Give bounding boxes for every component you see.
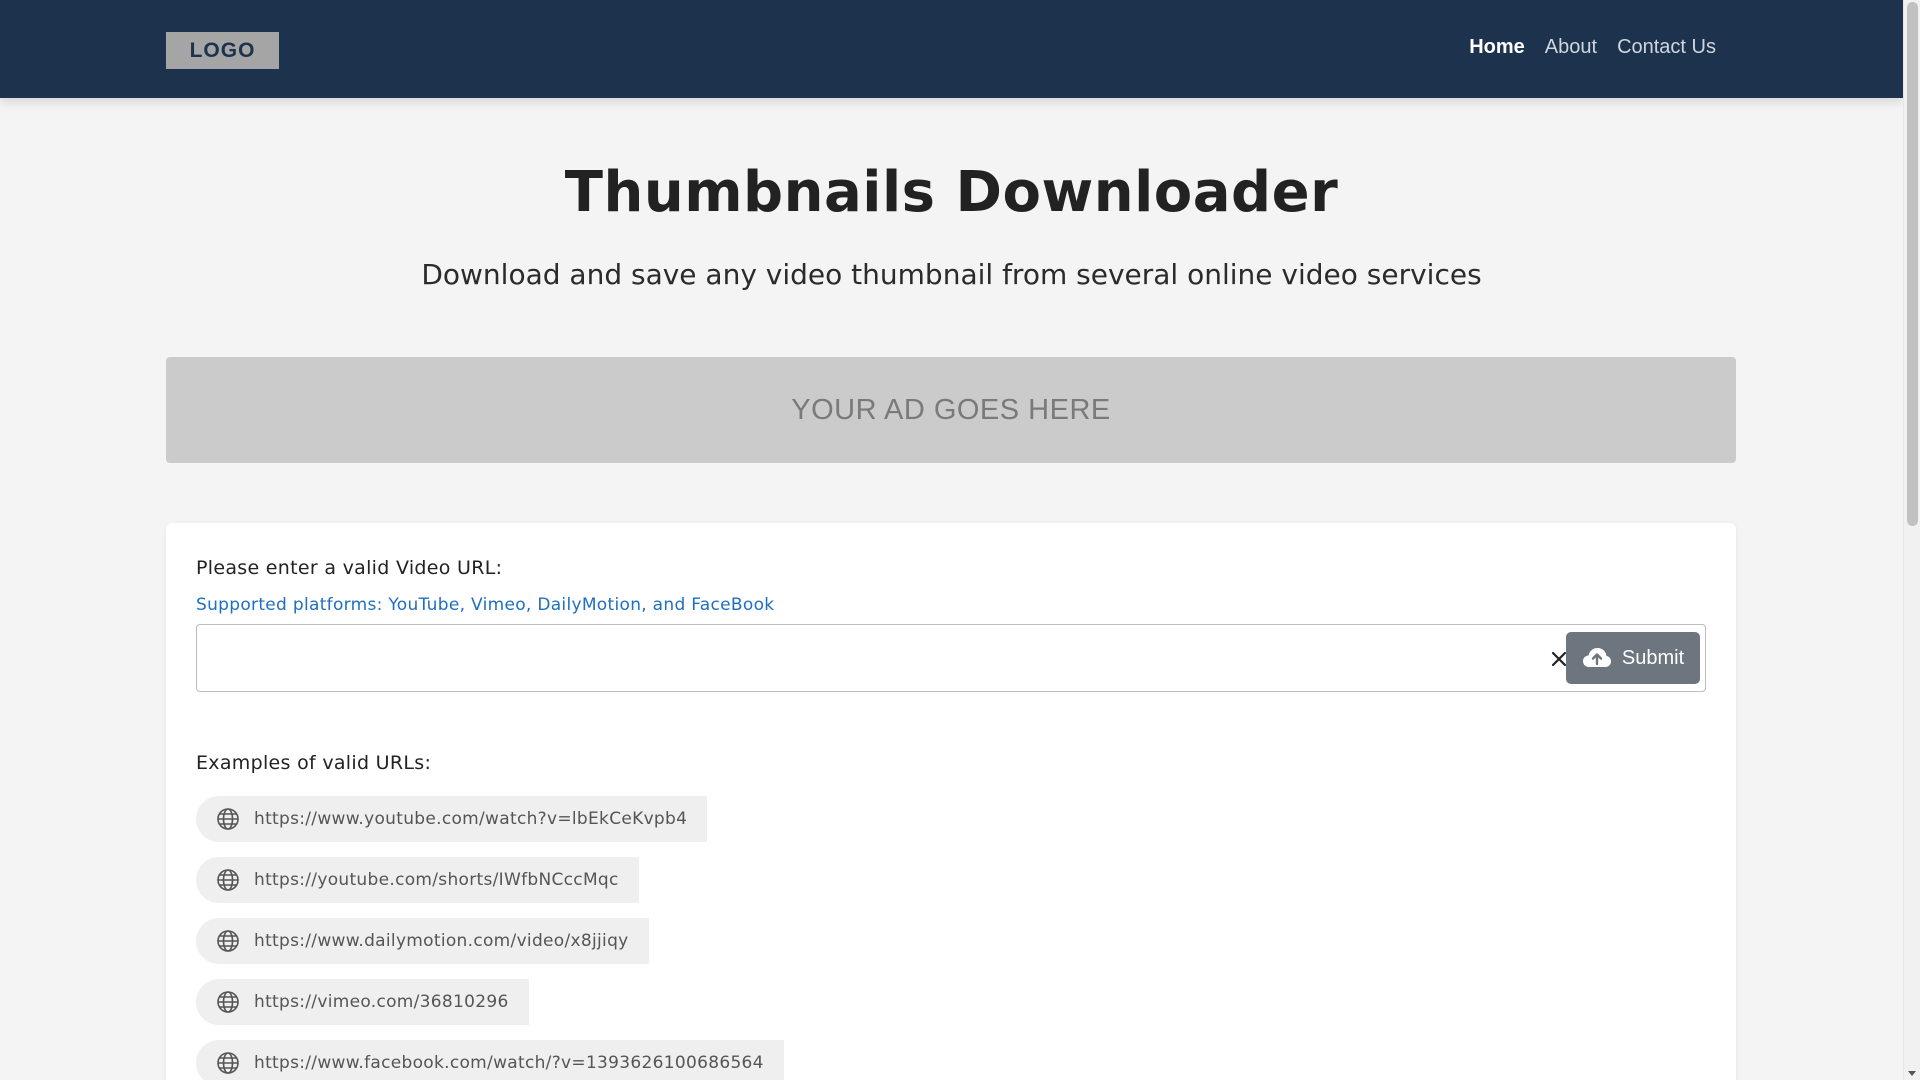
example-url-item[interactable]: https://www.facebook.com/watch/?v=139362… bbox=[196, 1040, 784, 1080]
scroll-down-arrow[interactable] bbox=[1908, 1071, 1916, 1076]
example-url-text: https://vimeo.com/36810296 bbox=[254, 992, 509, 1012]
page-scrollbar[interactable] bbox=[1903, 0, 1920, 1080]
nav-link-home[interactable]: Home bbox=[1469, 36, 1525, 59]
nav-links: Home About Contact Us bbox=[1469, 36, 1716, 59]
example-url-text: https://www.dailymotion.com/video/x8jjiq… bbox=[254, 931, 629, 951]
globe-icon bbox=[216, 929, 240, 953]
examples-heading: Examples of valid URLs: bbox=[196, 752, 432, 774]
page: LOGO Home About Contact Us Thumbnails Do… bbox=[0, 0, 1920, 1080]
submit-button[interactable]: Submit bbox=[1566, 632, 1700, 684]
cloud-upload-icon bbox=[1582, 648, 1611, 667]
globe-icon bbox=[216, 868, 240, 892]
example-url-item[interactable]: https://youtube.com/shorts/IWfbNCccMqc bbox=[196, 857, 639, 903]
globe-icon bbox=[216, 990, 240, 1014]
example-url-text: https://www.facebook.com/watch/?v=139362… bbox=[254, 1053, 764, 1073]
submit-label: Submit bbox=[1621, 646, 1685, 669]
logo[interactable]: LOGO bbox=[166, 32, 279, 69]
url-input[interactable] bbox=[207, 635, 1547, 681]
example-url-item[interactable]: https://vimeo.com/36810296 bbox=[196, 979, 529, 1025]
example-url-text: https://www.youtube.com/watch?v=lbEkCeKv… bbox=[254, 809, 688, 829]
ad-banner[interactable]: YOUR AD GOES HERE bbox=[166, 357, 1736, 463]
nav-link-about[interactable]: About bbox=[1545, 36, 1597, 59]
examples-list: https://www.youtube.com/watch?v=lbEkCeKv… bbox=[196, 796, 784, 1080]
url-form-card: Please enter a valid Video URL: Supporte… bbox=[166, 523, 1736, 1080]
globe-icon bbox=[216, 1051, 240, 1075]
example-url-item[interactable]: https://www.dailymotion.com/video/x8jjiq… bbox=[196, 918, 649, 964]
example-url-item[interactable]: https://www.youtube.com/watch?v=lbEkCeKv… bbox=[196, 796, 708, 842]
page-subtitle: Download and save any video thumbnail fr… bbox=[421, 258, 1482, 291]
url-input-group: Submit bbox=[196, 624, 1706, 692]
url-field-label: Please enter a valid Video URL: bbox=[196, 557, 503, 579]
example-url-text: https://youtube.com/shorts/IWfbNCccMqc bbox=[254, 870, 619, 890]
nav-link-contact[interactable]: Contact Us bbox=[1617, 36, 1716, 59]
close-icon bbox=[1551, 651, 1567, 667]
globe-icon bbox=[216, 807, 240, 831]
supported-platforms-hint: Supported platforms: YouTube, Vimeo, Dai… bbox=[196, 595, 775, 615]
page-title: Thumbnails Downloader bbox=[564, 160, 1339, 225]
scrollbar-thumb[interactable] bbox=[1907, 2, 1918, 526]
navbar: LOGO Home About Contact Us bbox=[0, 0, 1903, 98]
